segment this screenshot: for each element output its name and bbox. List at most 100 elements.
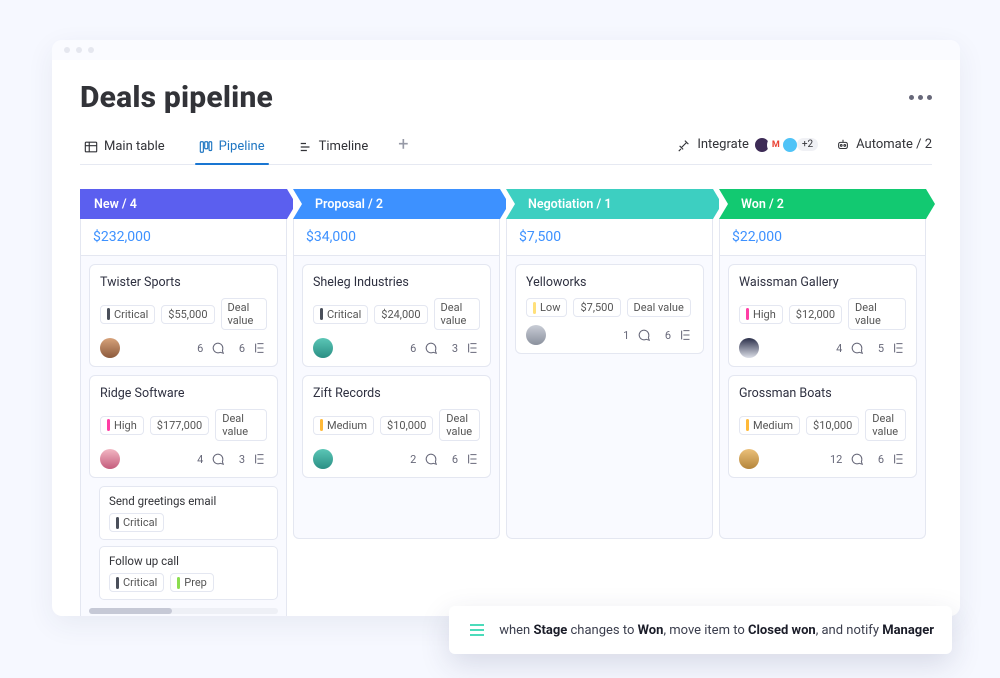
tab-pipeline[interactable]: Pipeline (195, 133, 269, 164)
column-body: $7,500YelloworksLow$7,500Deal value1 6 (506, 219, 713, 539)
priority-pill: Critical (100, 305, 155, 324)
priority-pill: Critical (313, 305, 368, 324)
card-counts: 4 5 (836, 341, 906, 355)
avatar[interactable] (526, 325, 546, 345)
column-body: $22,000 Waissman Gallery High $12,000 Deal v… (719, 219, 926, 539)
card-tags: Medium$10,000Deal value (739, 409, 906, 441)
card-title: Ridge Software (100, 386, 267, 401)
card-counts: 4 3 (197, 452, 267, 466)
subtask-tag: Critical (109, 573, 164, 592)
deal-card[interactable]: Yelloworks Low $7,500 Deal value 1 6 (515, 264, 704, 354)
card-meta: 1 6 (526, 325, 693, 345)
priority-pill: Low (526, 298, 567, 317)
value-pill: $10,000 (380, 416, 433, 435)
card-tags: Low $7,500 Deal value (526, 298, 693, 317)
table-icon (84, 140, 98, 154)
avatar[interactable] (313, 449, 333, 469)
value-pill: $177,000 (150, 416, 209, 435)
deal-card[interactable]: Waissman Gallery High $12,000 Deal value 4 5 (728, 264, 917, 367)
card-counts: 12 6 (830, 452, 906, 466)
avatar[interactable] (739, 449, 759, 469)
value-label-pill: Deal value (865, 409, 906, 441)
column-proposal: Proposal / 2 $34,000 Sheleg Industries Crit… (293, 189, 506, 616)
header-area: Deals pipeline Main table Pipeline Timel… (52, 60, 960, 165)
column-sum: $22,000 (720, 219, 925, 256)
value-pill: $10,000 (806, 416, 859, 435)
plug-icon (677, 138, 691, 152)
automation-text: when Stage changes to Won, move item to … (499, 623, 934, 638)
card-title: Yelloworks (526, 275, 693, 290)
priority-pill: High (100, 416, 144, 435)
automate-button[interactable]: Automate / 2 (836, 137, 932, 152)
card-title: Grossman Boats (739, 386, 906, 401)
timeline-icon (299, 140, 313, 154)
robot-icon (836, 138, 850, 152)
value-pill: $7,500 (573, 298, 620, 317)
card-tags: Medium$10,000Deal value (313, 409, 480, 441)
card-title: Sheleg Industries (313, 275, 480, 290)
tab-main-table[interactable]: Main table (80, 133, 169, 164)
card-meta: 6 6 (100, 338, 267, 358)
horizontal-scrollbar[interactable] (89, 608, 278, 614)
deal-card[interactable]: Sheleg Industries Critical $24,000 Deal val… (302, 264, 491, 367)
subtask-tag: Prep (170, 573, 214, 592)
value-label-pill: Deal value (627, 298, 691, 317)
value-pill: $55,000 (161, 305, 214, 324)
more-menu-button[interactable] (909, 95, 932, 100)
kanban-board: New / 4$232,000Twister SportsCritical$55… (80, 189, 932, 616)
deal-card[interactable]: Twister SportsCritical$55,000Deal value6… (89, 264, 278, 367)
automate-label: Automate / 2 (856, 137, 932, 152)
page-title: Deals pipeline (80, 80, 273, 115)
card-tags: Critical $55,000 Deal value (100, 298, 267, 330)
deal-card[interactable]: Zift RecordsMedium$10,000Deal value2 6 (302, 375, 491, 478)
priority-pill: Medium (313, 416, 374, 435)
integration-icons: M +2 (757, 136, 818, 154)
column-sum: $34,000 (294, 219, 499, 256)
value-label-pill: Deal value (221, 298, 267, 330)
card-title: Zift Records (313, 386, 480, 401)
deal-card[interactable]: Grossman BoatsMedium$10,000Deal value12 … (728, 375, 917, 478)
value-label-pill: Deal value (434, 298, 480, 330)
tab-label: Timeline (319, 139, 369, 154)
subtask-title: Send greetings email (109, 494, 268, 508)
card-tags: Critical $24,000 Deal value (313, 298, 480, 330)
subtask-tag: Critical (109, 513, 164, 532)
card-tags: High $12,000 Deal value (739, 298, 906, 330)
subtask-title: Follow up call (109, 554, 268, 568)
recipe-icon (467, 620, 487, 640)
avatar[interactable] (313, 338, 333, 358)
avatar[interactable] (100, 338, 120, 358)
integrate-button[interactable]: Integrate M +2 (677, 136, 818, 154)
avatar[interactable] (739, 338, 759, 358)
subtask-card[interactable]: Send greetings email Critical (99, 486, 278, 540)
add-view-button[interactable]: + (398, 134, 408, 163)
card-meta: 4 5 (739, 338, 906, 358)
priority-pill: High (739, 305, 783, 324)
card-counts: 2 6 (410, 452, 480, 466)
column-header[interactable]: Won / 2 (719, 189, 926, 219)
integrate-label: Integrate (697, 137, 749, 152)
column-header[interactable]: Negotiation / 1 (506, 189, 713, 219)
column-header[interactable]: Proposal / 2 (293, 189, 500, 219)
card-title: Waissman Gallery (739, 275, 906, 290)
column-body: $232,000Twister SportsCritical$55,000Dea… (80, 219, 287, 616)
column-header[interactable]: New / 4 (80, 189, 287, 219)
column-body: $34,000 Sheleg Industries Critical $24,000 D… (293, 219, 500, 539)
deal-card[interactable]: Ridge SoftwareHigh$177,000Deal value4 3 (89, 375, 278, 478)
column-new: New / 4$232,000Twister SportsCritical$55… (80, 189, 293, 616)
window-chrome (52, 40, 960, 60)
card-counts: 1 6 (623, 328, 693, 342)
value-pill: $12,000 (789, 305, 842, 324)
avatar[interactable] (100, 449, 120, 469)
tab-label: Pipeline (219, 139, 265, 154)
value-label-pill: Deal value (848, 298, 906, 330)
column-label: Negotiation / 1 (528, 197, 612, 212)
column-label: Proposal / 2 (315, 197, 383, 212)
tab-timeline[interactable]: Timeline (295, 133, 373, 164)
view-tabs: Main table Pipeline Timeline + Integrate… (80, 133, 932, 165)
automation-toast[interactable]: when Stage changes to Won, move item to … (449, 606, 952, 654)
card-meta: 2 6 (313, 449, 480, 469)
value-pill: $24,000 (374, 305, 427, 324)
column-negotiation: Negotiation / 1$7,500YelloworksLow$7,500… (506, 189, 719, 616)
subtask-card[interactable]: Follow up call Critical Prep (99, 546, 278, 600)
